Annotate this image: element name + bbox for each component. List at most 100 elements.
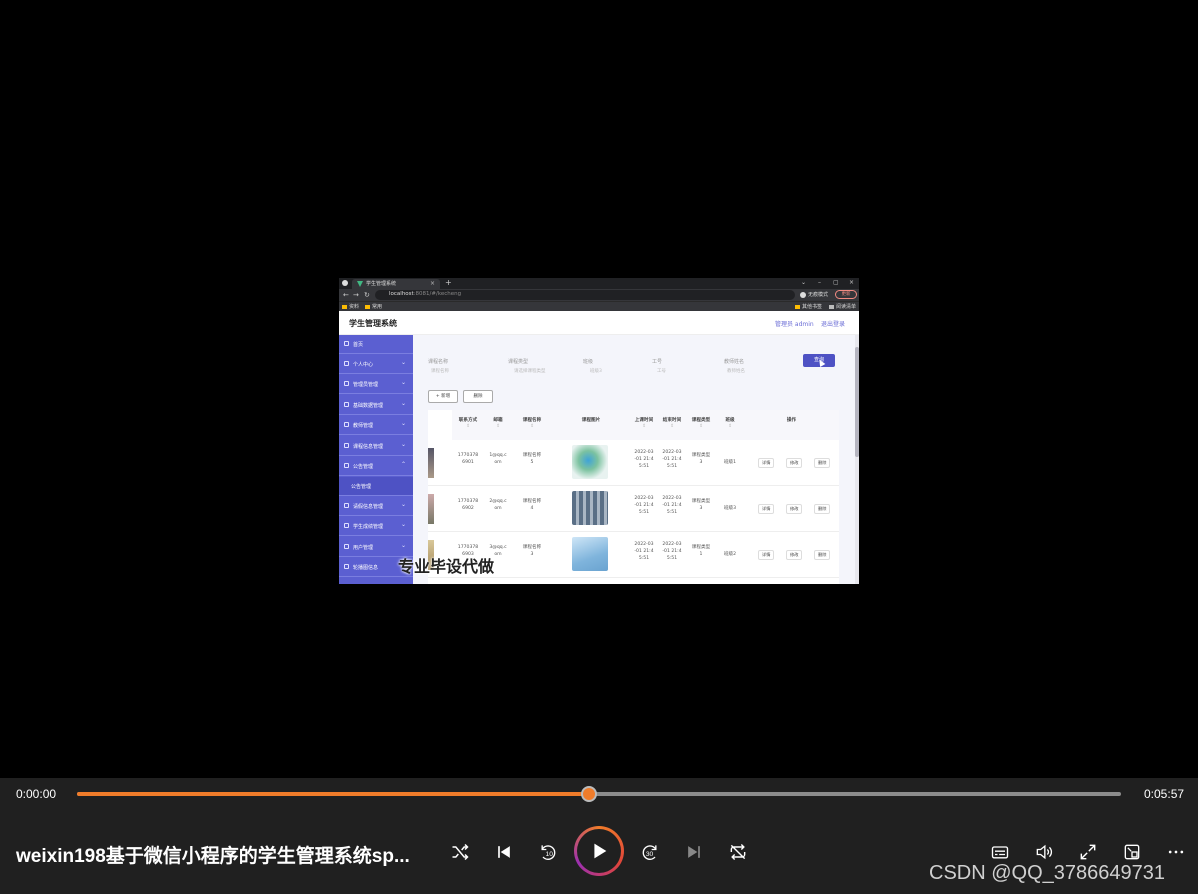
chevron-down-icon: ⌄ (401, 420, 407, 427)
more-options-button[interactable] (1162, 838, 1190, 866)
filter-label: 工号 (652, 359, 663, 365)
table-header: 联系方式 ⇕ (452, 410, 484, 440)
chevron-down-icon: ⌄ (401, 441, 407, 448)
table-row: 1770378 6902 2@qq.c om 课程名称 4 2022-03 -0… (428, 486, 839, 532)
chevron-down-icon: ⌄ (401, 521, 407, 528)
shuffle-icon (452, 843, 469, 861)
cell-start-time: 2022-03 -01 21:4 5:51 (634, 496, 654, 515)
table-header: 课程图片 (552, 410, 630, 440)
rewind-10-icon: 10 (541, 845, 556, 860)
play-button-inner (577, 829, 621, 873)
edit-button: 修改 (786, 458, 803, 468)
skip-previous-icon (498, 846, 510, 858)
seek-bar[interactable] (77, 786, 1121, 802)
current-time: 0:00:00 (16, 787, 57, 801)
play-button[interactable] (574, 826, 624, 876)
skip-next-icon (688, 846, 700, 858)
row-edge-image (428, 448, 434, 478)
video-viewport[interactable]: 学生管理系统 × + ⌄ – ▢ × ← → ↻ localhost:8081/… (0, 0, 1198, 778)
volume-icon (1036, 844, 1052, 860)
sidebar-item-course: 课程信息管理 ⌄ (339, 437, 413, 456)
table-header: 操作 (744, 410, 839, 440)
reload-icon: ↻ (364, 291, 370, 299)
page-scrollbar (855, 335, 859, 584)
video-frame: 学生管理系统 × + ⌄ – ▢ × ← → ↻ localhost:8081/… (339, 278, 859, 584)
sidebar-item-basic-data: 基础数据管理 ⌄ (339, 396, 413, 415)
row-delete-button: 删除 (814, 550, 831, 560)
rewind-button[interactable]: 10 (534, 838, 562, 866)
svg-text:10: 10 (546, 851, 554, 858)
cell-phone: 1770378 6901 (457, 453, 479, 465)
chrome-icon (342, 280, 348, 286)
table-header: 上课时间 ⇕ (630, 410, 658, 440)
leave-icon (344, 503, 349, 508)
table-row: 1770378 6901 1@qq.c om 课程名称 5 2022-03 -0… (428, 440, 839, 486)
detail-button: 详情 (758, 550, 775, 560)
chevron-down-icon: ⌄ (801, 279, 807, 286)
row-delete-button: 删除 (814, 458, 831, 468)
edit-button: 修改 (786, 504, 803, 514)
scrollbar-thumb (855, 347, 859, 457)
update-button: 更新 (835, 290, 857, 299)
cell-class: 班级2 (723, 552, 737, 557)
sidebar-item-home: 首页 (339, 335, 413, 354)
tab-title: 学生管理系统 (366, 281, 397, 287)
detail-button: 详情 (758, 458, 775, 468)
sidebar-item-admin: 管理员管理 ⌄ (339, 375, 413, 394)
cell-email: 1@qq.c om (489, 453, 507, 465)
cell-class: 班级1 (723, 460, 737, 465)
sidebar-item-profile: 个人中心 ⌄ (339, 355, 413, 374)
watermark-text: 专业毕设代做 (398, 557, 495, 576)
browser-tab: 学生管理系统 × (352, 279, 440, 289)
row-delete-button: 删除 (814, 504, 831, 514)
miniplayer-icon (1124, 844, 1140, 860)
cell-class: 班级3 (723, 506, 737, 511)
table-header: 邮箱 ⇕ (484, 410, 512, 440)
cell-end-time: 2022-03 -01 21:4 5:51 (662, 496, 682, 515)
cell-course-name: 课程名称 3 (522, 545, 542, 557)
url-field: localhost:8081/#/kecheng (375, 290, 795, 300)
cell-course-type: 课程类型 3 (691, 453, 711, 465)
window-close-icon: × (849, 279, 855, 286)
url-host: localhost (389, 291, 414, 297)
app-header: 学生管理系统 管理员 admin 退出登录 (339, 311, 859, 335)
total-time: 0:05:57 (1144, 787, 1185, 801)
video-title: weixin198基于微信小程序的学生管理系统sp... (16, 846, 410, 867)
cell-course-name: 课程名称 5 (522, 453, 542, 465)
cell-course-name: 课程名称 4 (522, 499, 542, 511)
cell-start-time: 2022-03 -01 21:4 5:51 (634, 542, 654, 561)
add-button: + 新增 (428, 390, 458, 403)
more-icon (1168, 850, 1184, 854)
forward-button[interactable]: 30 (636, 838, 664, 866)
repeat-button[interactable] (724, 838, 752, 866)
grades-icon (344, 523, 349, 528)
cell-course-type: 课程类型 3 (691, 499, 711, 511)
grid-icon (344, 402, 349, 407)
repeat-off-icon (730, 843, 746, 861)
sidebar-subitem-notice: 公告管理 (339, 477, 413, 496)
browser-tabbar: 学生管理系统 × + ⌄ – ▢ × (339, 278, 859, 289)
previous-button[interactable] (490, 838, 518, 866)
seek-handle[interactable] (580, 786, 597, 802)
table-header: 结束时间 ⇕ (658, 410, 686, 440)
logout-link: 退出登录 (821, 321, 846, 328)
users-icon (344, 544, 349, 549)
course-image (572, 537, 608, 571)
svg-text:30: 30 (646, 851, 654, 858)
filter-label: 课程名称 (428, 359, 449, 365)
incognito-icon (800, 291, 806, 298)
detail-button: 详情 (758, 504, 775, 514)
reading-list: 阅读清单 (829, 303, 856, 311)
course-image (572, 445, 608, 479)
sidebar-item-grades: 学生成绩管理 ⌄ (339, 517, 413, 536)
delete-button: 删除 (463, 390, 493, 403)
next-button[interactable] (680, 838, 708, 866)
maximize-icon: ▢ (833, 279, 839, 286)
user-icon (344, 361, 349, 366)
course-image (572, 491, 608, 525)
edit-button: 修改 (786, 550, 803, 560)
filter-label: 教师姓名 (724, 359, 745, 365)
forward-icon: → (353, 291, 359, 299)
shuffle-button[interactable] (446, 838, 474, 866)
table-header: 课程类型 ⇕ (686, 410, 716, 440)
